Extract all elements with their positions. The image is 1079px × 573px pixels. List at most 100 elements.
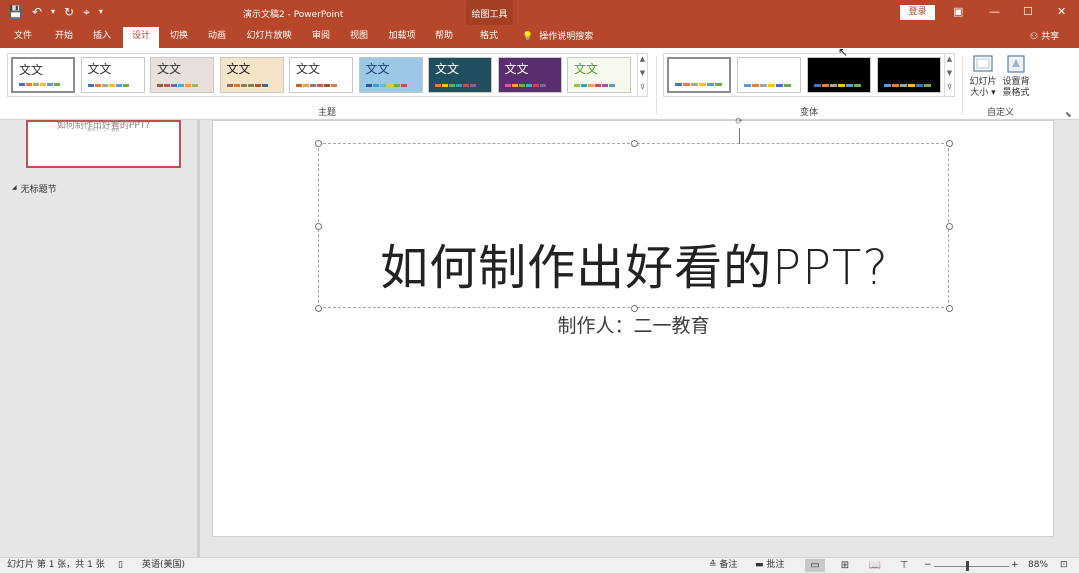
save-icon[interactable]: 💾 <box>8 4 23 20</box>
resize-handle-n[interactable] <box>631 140 638 147</box>
tell-me-search[interactable]: 💡 操作说明搜索 <box>522 30 593 44</box>
zoom-out-button[interactable]: − <box>924 558 932 573</box>
variants-up-icon[interactable]: ▲ <box>944 54 954 68</box>
dialog-launcher-icon[interactable]: ⬊ <box>1065 110 1072 119</box>
start-slideshow-icon[interactable]: ⌖ <box>83 4 90 20</box>
format-background-button[interactable]: 设置背 景格式 <box>1001 53 1031 99</box>
tab-transitions[interactable]: 切换 <box>163 29 195 48</box>
tab-file[interactable]: 文件 <box>7 29 39 48</box>
resize-handle-ne[interactable] <box>946 140 953 147</box>
color-swatch <box>101 84 108 87</box>
minimize-button[interactable]: — <box>989 4 1000 20</box>
spell-check-icon[interactable]: ▯ <box>118 558 123 573</box>
redo-icon[interactable]: ↻ <box>64 4 74 20</box>
zoom-slider-thumb[interactable] <box>966 561 969 571</box>
login-button[interactable]: 登录 <box>900 5 935 20</box>
tab-addins[interactable]: 加载项 <box>383 29 421 48</box>
resize-handle-s[interactable] <box>631 305 638 312</box>
undo-icon[interactable]: ↶ <box>32 4 42 20</box>
slideshow-view-icon[interactable]: ⊤ <box>894 559 914 572</box>
undo-dropdown-icon[interactable]: ▾ <box>51 4 55 20</box>
share-button[interactable]: ⚇ 共享 <box>1030 30 1059 44</box>
gallery-up-icon[interactable]: ▲ <box>637 54 647 68</box>
color-swatch <box>924 84 931 87</box>
zoom-level[interactable]: 88% <box>1028 558 1048 573</box>
slide-subtitle[interactable]: 制作人：二一教育 <box>318 313 949 339</box>
slide-sorter-icon[interactable]: ⊞ <box>835 559 855 572</box>
color-swatch <box>707 83 714 86</box>
close-button[interactable]: ✕ <box>1057 4 1066 20</box>
variant-thumbnail[interactable] <box>807 57 871 93</box>
tab-help[interactable]: 帮助 <box>428 29 460 48</box>
tab-animations[interactable]: 动画 <box>201 29 233 48</box>
color-swatch <box>908 84 915 87</box>
reading-view-icon[interactable]: 📖 <box>865 559 885 572</box>
color-swatch <box>532 84 539 87</box>
theme-thumbnail[interactable]: 文文 <box>150 57 214 93</box>
theme-sample-text: 文文 <box>365 62 390 76</box>
tab-design[interactable]: 设计 <box>123 27 159 48</box>
tab-home[interactable]: 开始 <box>48 29 80 48</box>
maximize-button[interactable]: ☐ <box>1023 4 1033 20</box>
tab-slideshow[interactable]: 幻灯片放映 <box>240 29 298 48</box>
tab-format[interactable]: 格式 <box>470 29 508 48</box>
document-title: 演示文稿2 - PowerPoint <box>243 10 344 20</box>
slide-size-icon <box>972 53 994 75</box>
customize-qat-icon[interactable]: ▾ <box>99 4 103 20</box>
theme-thumbnail[interactable]: 文文 <box>358 57 423 93</box>
theme-color-swatches <box>226 84 268 87</box>
tab-view[interactable]: 视图 <box>343 29 375 48</box>
variants-more-icon[interactable]: ⊽ <box>944 82 954 96</box>
resize-handle-se[interactable] <box>946 305 953 312</box>
ribbon-design: ▲ ▼ ⊽ 文文 文文 文文 文文 文文 文文 文文 文文 文文 主题 ▲ ▼ ⊽ 变体 幻灯片… <box>0 48 1079 120</box>
thumbnail-subtitle: 制作人：二一教育 <box>87 127 120 132</box>
theme-color-swatches <box>19 83 60 86</box>
color-swatch <box>916 84 923 87</box>
collapse-section-icon[interactable]: ◢ <box>12 182 17 195</box>
theme-thumbnail[interactable]: 文文 <box>428 57 492 93</box>
ribbon-display-options-icon[interactable]: ▣ <box>953 4 963 20</box>
tab-review[interactable]: 审阅 <box>305 29 337 48</box>
color-swatch <box>87 84 94 87</box>
theme-thumbnail[interactable]: 文文 <box>80 57 145 93</box>
resize-handle-sw[interactable] <box>315 305 322 312</box>
color-swatch <box>699 83 706 86</box>
slide-thumbnail-1[interactable]: 如何制作出好看的PPT? 制作人：二一教育 <box>26 120 181 168</box>
variant-thumbnail[interactable] <box>667 57 731 93</box>
variant-thumbnail[interactable] <box>737 57 801 93</box>
gallery-down-icon[interactable]: ▼ <box>637 68 647 82</box>
rotate-connector <box>739 128 740 144</box>
zoom-slider[interactable] <box>934 566 1009 567</box>
notes-button[interactable]: ≙ 备注 <box>709 558 737 573</box>
theme-thumbnail[interactable]: 文文 <box>567 57 631 93</box>
resize-handle-w[interactable] <box>315 223 322 230</box>
resize-handle-e[interactable] <box>946 223 953 230</box>
variant-thumbnail[interactable] <box>877 57 941 93</box>
theme-thumbnail[interactable]: 文文 <box>497 57 562 93</box>
color-swatch <box>40 83 46 86</box>
gallery-more-icon[interactable]: ⊽ <box>637 82 647 96</box>
language-indicator[interactable]: 英语(美国) <box>142 558 185 573</box>
slide-canvas[interactable]: ⟳ 如何制作出好看的PPT? 制作人：二一教育 <box>212 118 1054 537</box>
theme-thumbnail[interactable]: 文文 <box>219 57 284 93</box>
title-bar: 💾 ↶ ▾ ↻ ⌖ ▾ 演示文稿2 - PowerPoint 绘图工具 登录 ▣… <box>0 0 1079 48</box>
section-header[interactable]: ◢ 无标题节 <box>12 182 57 195</box>
tab-insert[interactable]: 插入 <box>86 29 118 48</box>
fit-slide-icon[interactable]: ⊡ <box>1060 558 1068 573</box>
theme-thumbnail[interactable]: 文文 <box>11 57 75 93</box>
theme-thumbnail[interactable]: 文文 <box>289 57 353 93</box>
normal-view-icon[interactable]: ▭ <box>805 559 825 572</box>
group-divider <box>656 56 657 114</box>
slide-title[interactable]: 如何制作出好看的PPT? <box>319 236 950 300</box>
resize-handle-nw[interactable] <box>315 140 322 147</box>
title-placeholder[interactable]: ⟳ 如何制作出好看的PPT? <box>315 118 953 312</box>
format-background-label-1: 设置背 <box>1002 77 1030 87</box>
comments-button[interactable]: ▬ 批注 <box>755 558 784 573</box>
variant-color-swatches <box>675 83 722 86</box>
theme-sample-text: 文文 <box>87 62 112 76</box>
zoom-in-button[interactable]: + <box>1011 558 1019 573</box>
variants-down-icon[interactable]: ▼ <box>944 68 954 82</box>
color-swatch <box>400 84 407 87</box>
rotate-handle-icon[interactable]: ⟳ <box>733 118 745 128</box>
slide-size-button[interactable]: 幻灯片 大小 ▾ <box>968 53 998 99</box>
